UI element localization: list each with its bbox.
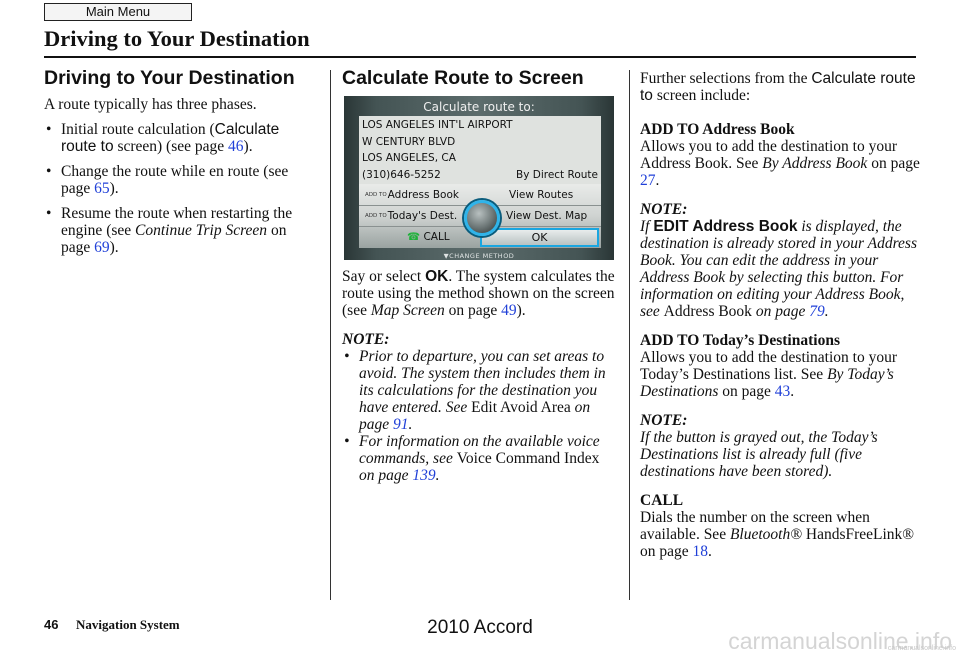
note-list: Prior to departure, you can set areas to… <box>342 348 617 484</box>
add-to-todays-dest-button[interactable]: ADD TOToday's Dest. <box>365 207 457 225</box>
page-link[interactable]: 49 <box>501 302 517 319</box>
destination-line: W CENTURY BLVD <box>362 135 456 148</box>
page-link[interactable]: 139 <box>412 467 435 484</box>
text: screen) (see page <box>113 138 229 155</box>
note-label: NOTE: <box>342 331 390 348</box>
phase-list: Initial route calculation (Calculate rou… <box>44 121 314 256</box>
call-button[interactable]: ☎ CALL <box>407 228 450 246</box>
note-label: NOTE: <box>640 201 688 218</box>
section-heading: Calculate Route to Screen <box>342 67 584 89</box>
text: ). <box>109 239 119 256</box>
note-text: If the button is grayed out, the Today’s… <box>640 429 878 480</box>
paragraph: Dials the number on the screen when avai… <box>640 509 915 560</box>
list-item: Resume the route when restarting the eng… <box>44 205 314 256</box>
selector-knob-icon <box>464 200 500 236</box>
list-item: Change the route while en route (see pag… <box>44 163 314 197</box>
page-title: Driving to Your Destination <box>44 26 310 51</box>
sub-heading: ADD TO Address Book <box>640 121 795 138</box>
destination-info: LOS ANGELES INT'L AIRPORT W CENTURY BLVD… <box>359 116 601 184</box>
ui-term: EDIT Address Book <box>653 218 798 235</box>
add-to-label: ADD TO <box>365 191 387 198</box>
page-link[interactable]: 43 <box>775 383 791 400</box>
nav-screen-image: Calculate route to: LOS ANGELES INT'L AI… <box>344 96 614 260</box>
list-item: Prior to departure, you can set areas to… <box>342 348 617 433</box>
ok-instruction: Say or select OK. The system calculates … <box>342 268 615 319</box>
paragraph: Allows you to add the destination to you… <box>640 138 920 189</box>
intro-text: A route typically has three phases. <box>44 96 257 113</box>
note-label: NOTE: <box>640 412 688 429</box>
column-middle: Calculate Route to Screen Calculate rout… <box>342 66 617 484</box>
column-divider <box>629 70 630 600</box>
ui-term: OK <box>425 268 449 285</box>
column-divider <box>330 70 331 600</box>
reference-title: Map Screen <box>370 302 445 319</box>
intro-text: Further selections from the Calculate ro… <box>640 70 916 104</box>
list-item: Initial route calculation (Calculate rou… <box>44 121 314 155</box>
destination-line: LOS ANGELES INT'L AIRPORT <box>362 119 513 131</box>
text: ). <box>109 180 119 197</box>
watermark-small: carmanualsonline.info <box>887 645 956 652</box>
page-link[interactable]: 46 <box>228 138 244 155</box>
page-link[interactable]: 27 <box>640 172 656 189</box>
phone-number: (310)646-5252 <box>362 168 441 181</box>
column-left: Driving to Your Destination A route typi… <box>44 66 314 264</box>
section-heading: Driving to Your Destination <box>44 67 295 89</box>
view-dest-map-button[interactable]: View Dest. Map <box>506 207 587 225</box>
add-to-label: ADD TO <box>365 212 387 219</box>
page-link[interactable]: 79 <box>809 303 825 320</box>
page-link[interactable]: 65 <box>94 180 110 197</box>
view-routes-button[interactable]: View Routes <box>509 186 573 204</box>
text: Initial route calculation ( <box>61 121 215 138</box>
column-right: Further selections from the Calculate ro… <box>640 70 920 560</box>
sub-heading: CALL <box>640 492 684 509</box>
page-link[interactable]: 91 <box>393 416 409 433</box>
phone-icon: ☎ <box>407 231 421 243</box>
destination-line: LOS ANGELES, CA <box>362 152 456 164</box>
note-text: If EDIT Address Book is displayed, the d… <box>640 218 917 320</box>
page-link[interactable]: 69 <box>94 239 110 256</box>
main-menu-button[interactable]: Main Menu <box>44 3 192 21</box>
reference-title: Address Book <box>663 303 752 320</box>
reference-title: Edit Avoid Area <box>471 399 571 416</box>
reference-title: Continue Trip Screen <box>135 222 268 239</box>
reference-title: By Address Book <box>762 155 868 172</box>
route-method: By Direct Route <box>515 168 598 181</box>
destination-line: (310)646-5252 By Direct Route <box>362 167 598 184</box>
change-method-label: ▼CHANGE METHOD <box>443 252 515 260</box>
title-rule <box>44 56 916 58</box>
text: ). <box>243 138 253 155</box>
paragraph: Allows you to add the destination to you… <box>640 349 898 400</box>
page-link[interactable]: 18 <box>693 543 709 560</box>
reference-title: Bluetooth® <box>729 526 802 543</box>
add-to-address-book-button[interactable]: ADD TOAddress Book <box>365 186 459 204</box>
sub-heading: ADD TO Today’s Destinations <box>640 332 840 349</box>
reference-title: Voice Command Index <box>456 450 600 467</box>
list-item: For information on the available voice c… <box>342 433 617 484</box>
ok-button[interactable]: OK <box>480 228 599 247</box>
nav-screen-title: Calculate route to: <box>423 100 535 114</box>
